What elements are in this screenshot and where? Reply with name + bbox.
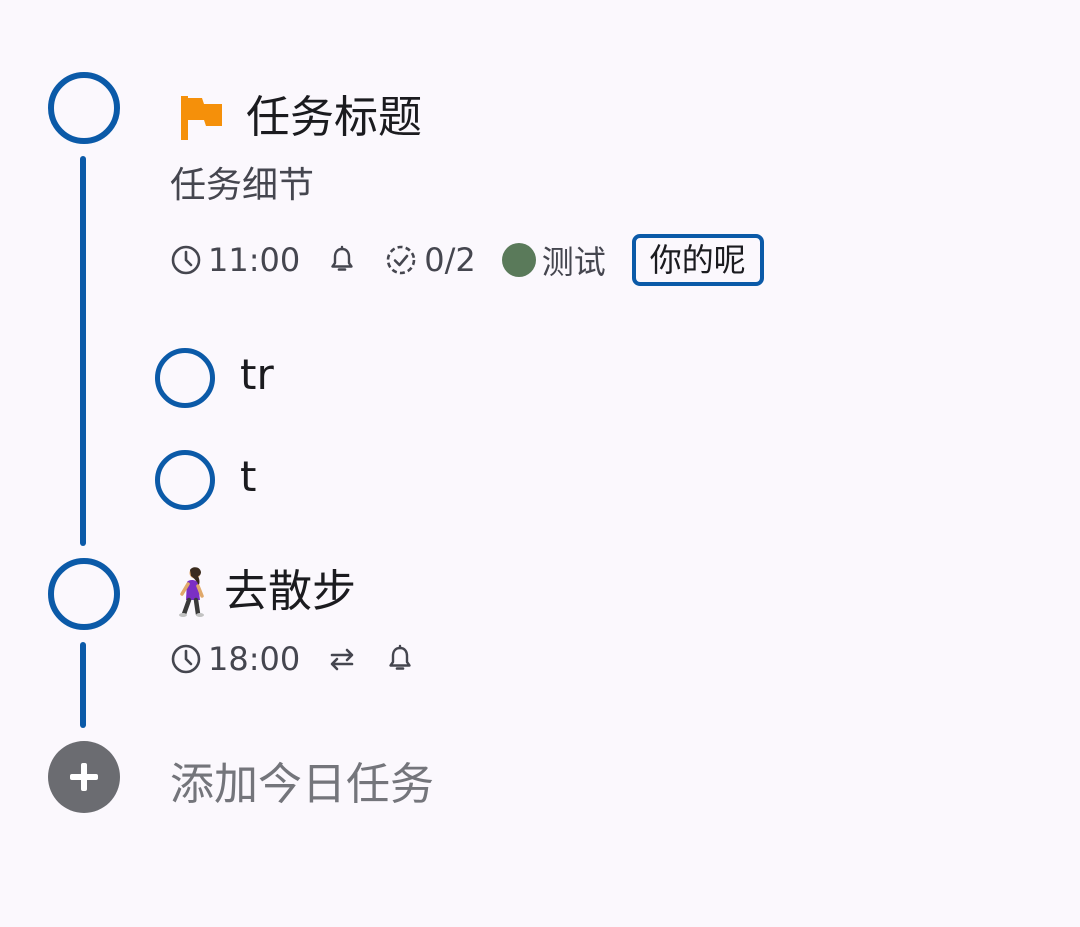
task-title-row[interactable]: 任务标题 (178, 92, 422, 144)
subtask-title[interactable]: t (240, 452, 256, 501)
timeline-connector (80, 156, 86, 546)
subtask-checkbox[interactable] (155, 348, 215, 408)
task-title: 去散步 (224, 566, 356, 617)
today-task-timeline: 任务标题 任务细节 11:00 0/2 测试 你的呢 tr t 去散步 18:0… (0, 0, 1080, 927)
task-detail: 任务细节 (170, 165, 315, 206)
add-task-button[interactable] (48, 741, 120, 813)
task-title-row[interactable]: 去散步 (170, 566, 356, 618)
task-title: 任务标题 (246, 92, 422, 143)
repeat-icon (330, 648, 354, 671)
flag-icon (181, 96, 222, 140)
clock-icon (171, 644, 201, 674)
bell-icon (331, 245, 353, 271)
bell-icon (389, 644, 411, 670)
subtask-checkbox[interactable] (155, 450, 215, 510)
checklist-progress-icon (386, 245, 416, 275)
checklist-progress: 0/2 (424, 241, 476, 279)
task-time: 11:00 (208, 241, 301, 279)
list-color-dot (501, 243, 536, 277)
list-name: 测试 (541, 243, 606, 281)
task-complete-checkbox[interactable] (48, 558, 120, 630)
task-complete-checkbox[interactable] (48, 72, 120, 144)
task-meta-row: 11:00 0/2 测试 你的呢 (170, 234, 764, 286)
woman-walking-emoji-icon (179, 567, 204, 617)
tag-chip[interactable]: 你的呢 (631, 234, 764, 286)
task-meta-row: 18:00 (170, 640, 416, 678)
subtask-title[interactable]: tr (240, 350, 274, 399)
add-task-label[interactable]: 添加今日任务 (170, 748, 434, 812)
timeline-connector (80, 642, 86, 728)
clock-icon (171, 245, 201, 275)
task-time: 18:00 (208, 640, 301, 678)
